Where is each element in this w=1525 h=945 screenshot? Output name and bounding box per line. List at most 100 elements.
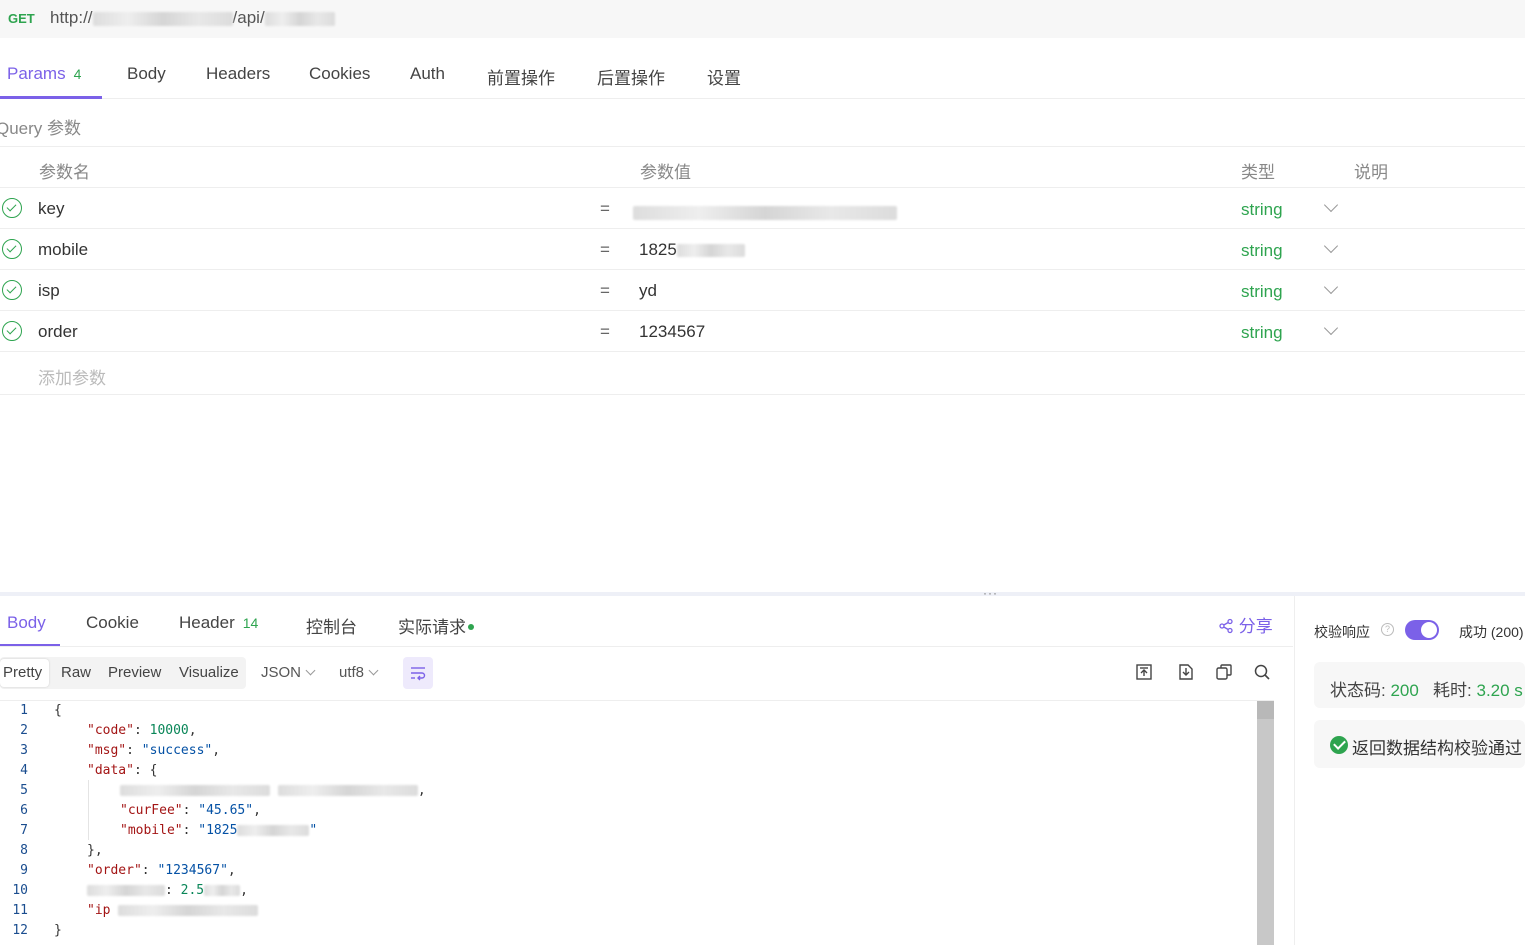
equals-sign: = [600,240,610,259]
encoding-select[interactable]: utf8 [339,664,379,681]
status-code-value: 200 [1390,681,1419,700]
tab-body[interactable]: Body [127,64,166,84]
line-number: 6 [20,803,28,818]
param-type[interactable]: string [1241,282,1283,302]
param-row: key = string [0,188,1525,229]
copy-icon[interactable] [1215,663,1233,681]
resp-tab-cookie[interactable]: Cookie [86,613,139,633]
divider [0,646,1293,647]
param-type[interactable]: string [1241,323,1283,343]
line-number: 4 [20,763,28,778]
view-visualize[interactable]: Visualize [179,664,239,681]
tab-params[interactable]: Params 4 [7,64,81,84]
request-tabs: Params 4 Body Headers Cookies Auth 前置操作 后… [0,48,1525,99]
chevron-down-icon[interactable] [1323,238,1339,254]
enabled-check-icon[interactable] [2,280,22,300]
word-wrap-button[interactable] [403,657,433,689]
param-type[interactable]: string [1241,200,1283,220]
view-preview[interactable]: Preview [108,664,161,681]
resp-tab-actual-request-label: 实际请求 [398,618,466,637]
resp-tab-actual-request[interactable]: 实际请求 [398,613,474,638]
format-select-value: JSON [261,664,302,681]
line-number: 2 [20,723,28,738]
url-bar[interactable]: GET http:// /api/ [0,0,1525,38]
download-icon[interactable] [1177,663,1195,681]
method-label[interactable]: GET [8,11,35,26]
share-button[interactable]: 分享 [1218,612,1273,637]
param-value[interactable]: 1825 [639,240,745,260]
resp-tab-console[interactable]: 控制台 [306,613,357,638]
json-key: "mobile" [120,823,183,838]
tab-params-label: Params [7,64,66,83]
code-line: { [54,703,62,718]
line-number: 1 [20,703,28,718]
toggle-knob [1421,622,1437,638]
add-param-input[interactable]: 添加参数 [38,364,106,389]
json-value: "1825 [198,823,238,838]
col-type: 类型 [1241,163,1275,182]
json-value: "45.65" [198,803,254,818]
elapsed-label: 耗时: [1433,681,1472,700]
status-code-label: 状态码: [1330,681,1386,700]
drag-handle-icon[interactable]: ··· [983,586,998,600]
tab-auth[interactable]: Auth [410,64,445,84]
equals-sign: = [600,322,610,341]
result-select[interactable]: 成功 (200) [1459,622,1524,642]
tab-settings[interactable]: 设置 [707,64,741,89]
json-punct: : { [133,763,158,778]
param-name[interactable]: isp [38,281,60,301]
schema-check-text: 返回数据结构校验通过 [1352,739,1522,758]
share-label: 分享 [1238,617,1273,636]
status-dot-icon [468,624,474,630]
view-raw[interactable]: Raw [61,664,91,681]
enabled-check-icon[interactable] [2,198,22,218]
param-name[interactable]: order [38,322,78,342]
url-redacted-host [92,11,233,26]
check-circle-icon [1330,736,1348,754]
encoding-select-value: utf8 [339,664,365,681]
tab-cookies[interactable]: Cookies [309,64,370,84]
redacted-value [120,785,270,796]
json-value: "1234567" [157,863,228,878]
tab-pre-ops[interactable]: 前置操作 [487,64,555,89]
param-value[interactable]: 1234567 [639,322,705,342]
param-name[interactable]: mobile [38,240,88,260]
help-icon[interactable]: ? [1381,623,1394,636]
line-number: 9 [20,863,28,878]
status-summary: 状态码: 200 耗时: 3.20 s [1314,662,1525,708]
collapse-icon[interactable] [1135,663,1153,681]
param-value[interactable] [633,202,897,222]
divider [0,394,1525,395]
param-value[interactable]: yd [639,281,657,301]
equals-sign: = [600,281,610,300]
redacted-value [277,785,418,796]
redacted-value [237,825,310,836]
resp-tab-body[interactable]: Body [7,613,46,633]
code-line: "order": "1234567", [87,863,236,878]
format-select[interactable]: JSON [261,664,316,681]
code-line: "mobile": "1825 " [120,823,318,838]
scrollbar-thumb[interactable] [1257,701,1274,719]
chevron-down-icon[interactable] [1323,279,1339,295]
code-line: "data": { [87,763,157,778]
chevron-down-icon[interactable] [1323,320,1339,336]
enabled-check-icon[interactable] [2,321,22,341]
view-pretty[interactable]: Pretty [3,664,42,681]
url-redacted-path [264,11,335,26]
resp-tab-header[interactable]: Header 14 [179,613,258,633]
line-number: 3 [20,743,28,758]
tab-post-ops[interactable]: 后置操作 [597,64,665,89]
enabled-check-icon[interactable] [2,239,22,259]
share-icon [1219,618,1233,634]
chevron-down-icon[interactable] [1323,197,1339,213]
json-key: "data" [87,763,134,778]
editor-scrollbar[interactable] [1257,701,1274,945]
url-input[interactable]: http:// /api/ [50,8,335,28]
search-icon[interactable] [1253,663,1271,681]
param-name[interactable]: key [38,199,64,219]
json-value: 2.5 [180,883,205,898]
line-number: 11 [12,903,28,918]
tab-headers[interactable]: Headers [206,64,270,84]
param-type[interactable]: string [1241,241,1283,261]
json-key: "order" [87,863,142,878]
